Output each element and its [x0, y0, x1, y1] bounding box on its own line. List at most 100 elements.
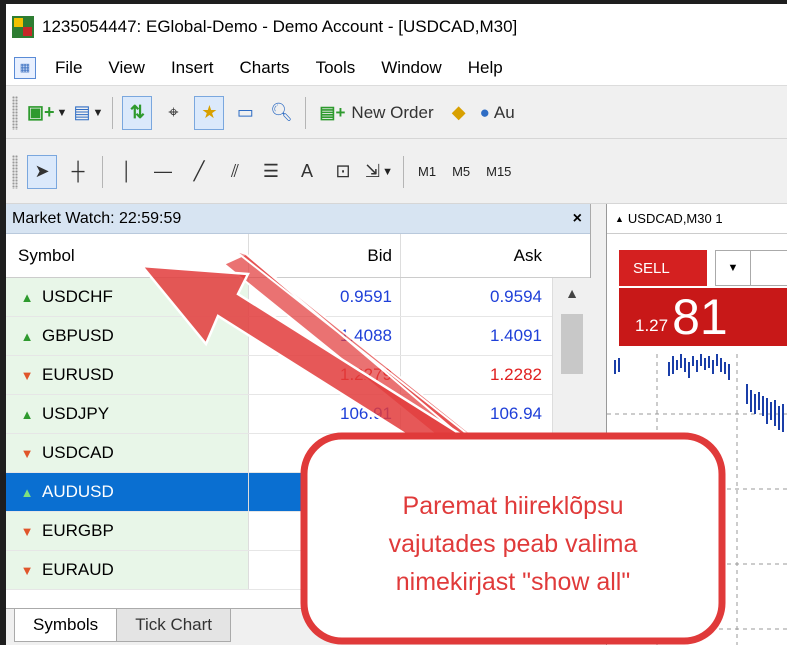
trendline-button[interactable]: ╱: [184, 155, 214, 189]
table-row[interactable]: ▲ AUDUSD: [6, 473, 590, 512]
fibonacci-button[interactable]: ☰: [256, 155, 286, 189]
table-row[interactable]: ▲ USDJPY 106.91 106.94: [6, 395, 590, 434]
terminal-button[interactable]: ▭: [230, 96, 260, 130]
chart-system-menu-icon[interactable]: ▦: [14, 56, 36, 79]
ask-cell: [401, 551, 552, 589]
horizontal-line-icon: —: [154, 161, 172, 181]
market-watch-button[interactable]: ⇅: [122, 95, 153, 130]
symbol-cell: ▲ GBPUSD: [6, 317, 249, 355]
vertical-line-button[interactable]: │: [112, 155, 142, 189]
data-window-button[interactable]: ⌖: [158, 96, 188, 130]
sell-price-prefix: 1.27: [635, 316, 669, 335]
bid-cell: [249, 434, 401, 472]
chevron-down-icon: ▼: [56, 106, 68, 119]
symbol-cell: ▲ USDJPY: [6, 395, 249, 433]
lot-size-input[interactable]: [751, 250, 787, 286]
symbol-name: USDCAD: [42, 443, 114, 462]
table-row[interactable]: ▼ EURAUD: [6, 551, 590, 590]
menu-tools[interactable]: Tools: [303, 58, 369, 78]
metaeditor-button[interactable]: ◆: [444, 96, 474, 130]
close-icon[interactable]: ×: [573, 210, 582, 228]
text-label-tool-button[interactable]: ⊡: [328, 155, 358, 189]
chevron-down-icon: ▼: [727, 262, 739, 274]
table-row[interactable]: ▲ GBPUSD 1.4088 1.4091: [6, 317, 590, 356]
symbol-name: USDJPY: [42, 404, 110, 423]
ask-column-header[interactable]: Ask: [401, 234, 552, 277]
timeframe-m15-button[interactable]: M15: [478, 164, 519, 179]
timeframe-m5-button[interactable]: M5: [444, 164, 478, 179]
vertical-scrollbar[interactable]: ▲: [552, 278, 591, 608]
crosshair-tool-button[interactable]: ┼: [63, 155, 93, 189]
symbol-name: AUDUSD: [42, 482, 114, 501]
bid-cell: 1.2279: [249, 356, 401, 394]
navigator-button[interactable]: ★: [194, 95, 225, 130]
symbol-cell: ▼ EURUSD: [6, 356, 249, 394]
terminal-window: 1235054447: EGlobal-Demo - Demo Account …: [6, 4, 787, 645]
menu-window[interactable]: Window: [368, 58, 454, 78]
table-row[interactable]: ▲ USDCHF 0.9591 0.9594: [6, 278, 590, 317]
price-chart[interactable]: [607, 354, 787, 645]
menu-bar: ▦ File View Insert Charts Tools Window H…: [6, 50, 787, 86]
arrows-icon: ⇲: [365, 161, 381, 181]
strategy-tester-button[interactable]: 🔍︎: [266, 96, 296, 130]
horizontal-line-button[interactable]: —: [148, 155, 178, 189]
symbol-cell: ▲ USDCHF: [6, 278, 249, 316]
text-tool-button[interactable]: A: [292, 155, 322, 189]
symbol-name: USDCHF: [42, 287, 113, 306]
symbol-cell: ▼ EURAUD: [6, 551, 249, 589]
autotrading-icon: ●: [479, 102, 490, 122]
table-row[interactable]: ▼ USDCAD: [6, 434, 590, 473]
symbol-column-header[interactable]: Symbol: [6, 234, 249, 277]
text-label-icon: ⊡: [335, 161, 351, 181]
cursor-tool-button[interactable]: ➤: [27, 154, 57, 189]
chevron-down-icon: ▼: [382, 165, 393, 178]
sell-price-display[interactable]: 1.27 81: [619, 288, 787, 346]
toolbar-grip[interactable]: [12, 154, 18, 189]
toolbar-separator: [403, 155, 404, 188]
arrow-up-icon: ▲: [20, 484, 34, 500]
bid-cell: 0.9591: [249, 278, 401, 316]
arrow-up-icon: ▲: [20, 289, 34, 305]
title-bar: 1235054447: EGlobal-Demo - Demo Account …: [6, 4, 787, 50]
tab-symbols[interactable]: Symbols: [14, 609, 118, 642]
price-candles: [614, 354, 784, 432]
arrows-tool-button[interactable]: ⇲ ▼: [364, 155, 394, 189]
symbol-cell: ▼ EURGBP: [6, 512, 249, 550]
menu-insert[interactable]: Insert: [158, 58, 227, 78]
autotrading-button[interactable]: ● Au: [480, 96, 515, 130]
market-watch-icon: ⇅: [129, 102, 145, 122]
toolbar-grip[interactable]: [12, 95, 18, 130]
symbol-cell: ▼ USDCAD: [6, 434, 249, 472]
ask-cell: 1.2282: [401, 356, 552, 394]
menu-charts[interactable]: Charts: [226, 58, 302, 78]
channel-icon: ⫽: [230, 161, 240, 181]
equidistant-channel-button[interactable]: ⫽: [220, 155, 250, 189]
timeframe-m1-button[interactable]: M1: [410, 164, 444, 179]
scroll-up-icon[interactable]: ▲: [553, 278, 591, 308]
new-order-button[interactable]: ▤+ New Order: [315, 96, 437, 130]
table-row[interactable]: ▼ EURGBP: [6, 512, 590, 551]
bid-column-header[interactable]: Bid: [249, 234, 401, 277]
ask-cell: [401, 473, 552, 511]
new-order-icon: ▤+: [319, 102, 346, 122]
scrollbar-thumb[interactable]: [561, 314, 583, 374]
chart-tab[interactable]: ▲ USDCAD,M30 1: [607, 204, 787, 234]
fibonacci-icon: ☰: [262, 161, 280, 181]
lot-dropdown[interactable]: ▼: [715, 250, 751, 286]
menu-file[interactable]: File: [42, 58, 95, 78]
table-row[interactable]: ▼ EURUSD 1.2279 1.2282: [6, 356, 590, 395]
symbol-cell: ▲ AUDUSD: [6, 473, 249, 511]
symbol-name: EURUSD: [42, 365, 114, 384]
terminal-icon: ▭: [236, 102, 254, 122]
bid-cell: 106.91: [249, 395, 401, 433]
menu-help[interactable]: Help: [455, 58, 516, 78]
profiles-icon: ▤: [73, 102, 91, 122]
new-chart-button[interactable]: ▣+ ▼: [27, 96, 67, 130]
sell-button[interactable]: SELL: [619, 250, 707, 286]
tab-tick-chart[interactable]: Tick Chart: [116, 609, 232, 642]
app-logo-icon: [12, 16, 34, 38]
profiles-button[interactable]: ▤ ▼: [73, 96, 103, 130]
menu-view[interactable]: View: [95, 58, 158, 78]
navigator-icon: ★: [201, 102, 218, 122]
market-watch-title: Market Watch: 22:59:59: [12, 209, 182, 227]
